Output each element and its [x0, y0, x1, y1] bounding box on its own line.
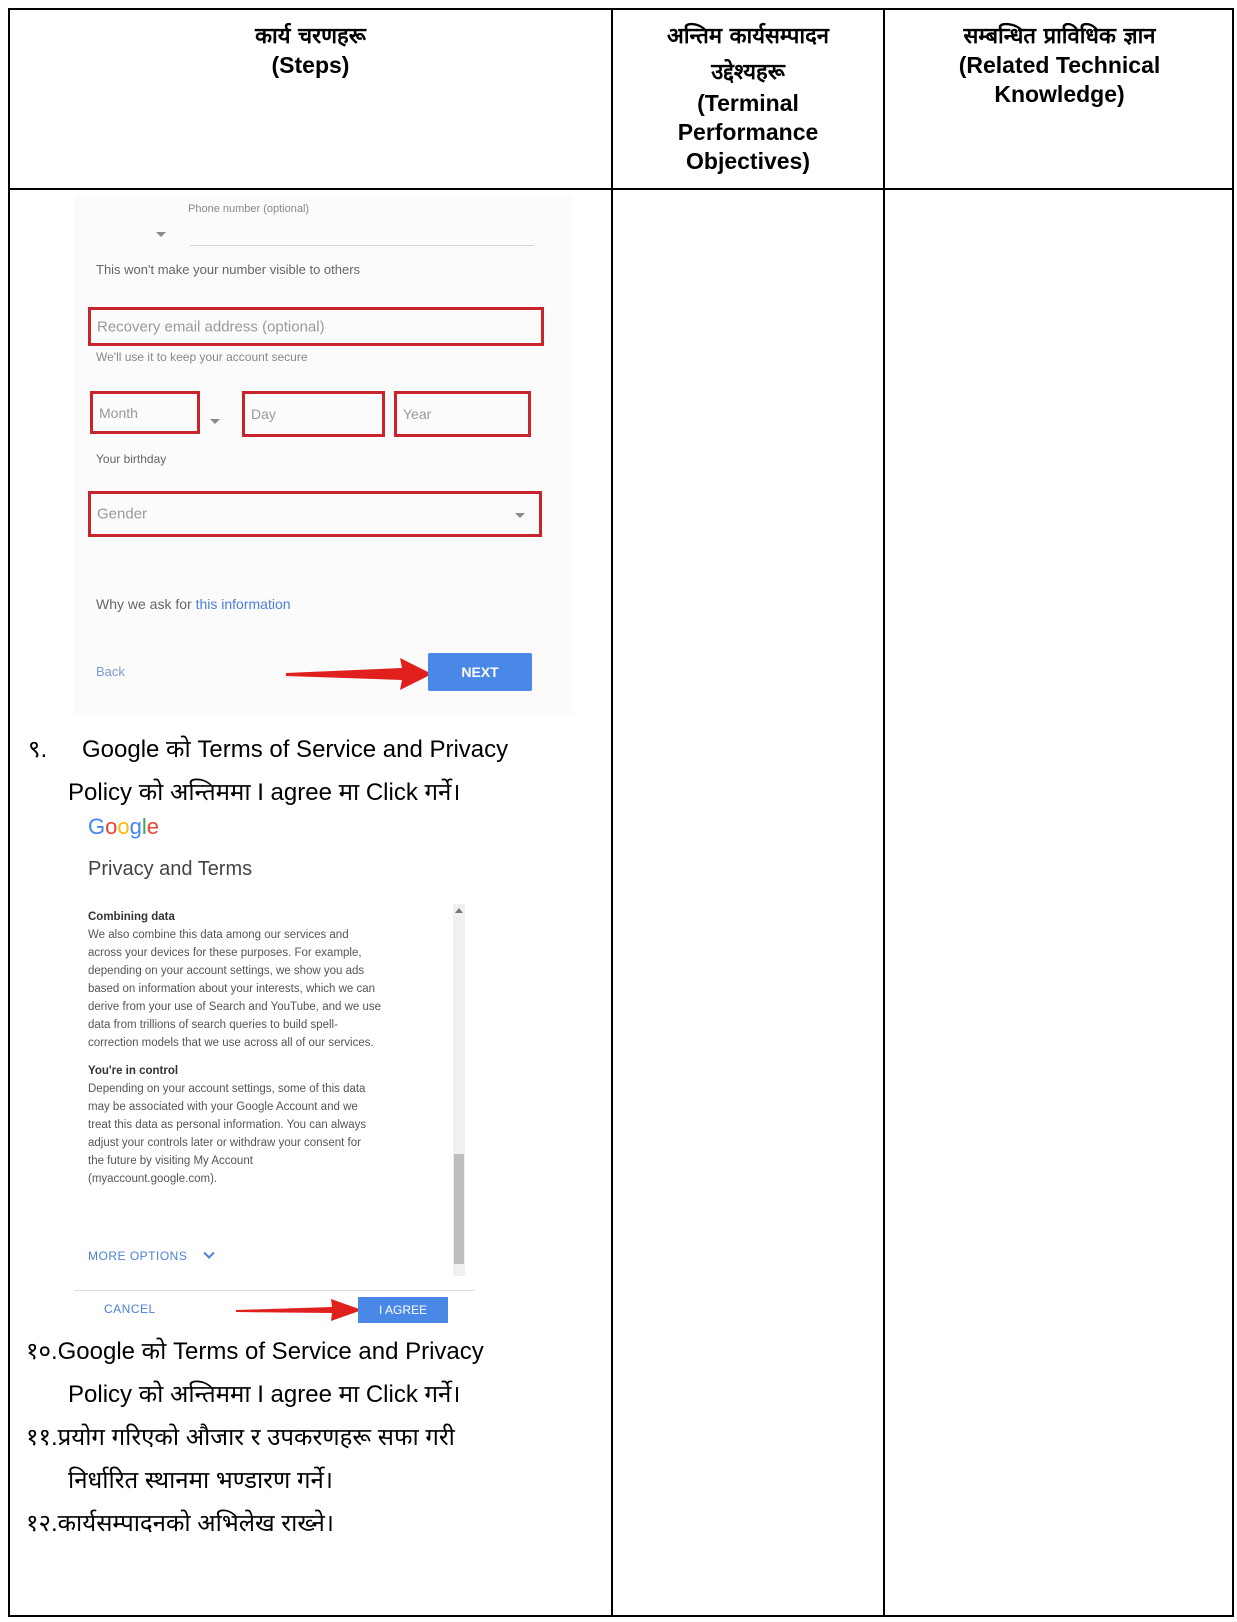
- privacy-title: Privacy and Terms: [88, 858, 253, 880]
- p1-line: across your devices for these purposes. …: [88, 947, 362, 959]
- next-button[interactable]: NEXT: [428, 653, 532, 691]
- in-control-heading: You're in control: [88, 1065, 179, 1077]
- footer-divider: [74, 1290, 474, 1291]
- step-11-line-1: ११.प्रयोग गरिएको औजार र उपकरणहरू सफा गरी: [26, 1424, 455, 1451]
- step-11-line-2: निर्धारित स्थानमा भण्डारण गर्ने।: [68, 1467, 333, 1494]
- header-steps: कार्य चरणहरू (Steps): [10, 22, 611, 80]
- header-rtk-en-1: (Related Technical: [958, 52, 1161, 78]
- phone-note: This won't make your number visible to o…: [96, 262, 361, 277]
- day-value: Day: [251, 406, 276, 422]
- header-rtk-en-2: Knowledge): [994, 81, 1125, 107]
- p2-line: (myaccount.google.com).: [88, 1173, 218, 1185]
- red-arrow-icon: [286, 658, 432, 690]
- combining-data-heading: Combining data: [88, 911, 175, 923]
- step-9-line-1: Google को Terms of Service and Privacy: [82, 736, 509, 763]
- header-steps-en: (Steps): [271, 52, 350, 78]
- p1-line: We also combine this data among our serv…: [88, 929, 349, 941]
- p1-line: correction models that we use across all…: [88, 1037, 374, 1049]
- gender-value: Gender: [97, 505, 148, 523]
- i-agree-button[interactable]: I AGREE: [358, 1297, 448, 1323]
- birthday-label: Your birthday: [96, 452, 167, 466]
- signup-form-screenshot: Phone number (optional) This won't make …: [74, 195, 572, 715]
- step-10-line-1: १०.Google को Terms of Service and Privac…: [26, 1338, 484, 1365]
- p1-line: derive from your use of Search and YouTu…: [88, 1001, 382, 1013]
- header-tpo-np-1: अन्तिम कार्यसम्पादन: [667, 23, 829, 49]
- recovery-email-placeholder: Recovery email address (optional): [97, 318, 325, 335]
- header-tpo-np-2: उद्देश्यहरू: [711, 59, 785, 85]
- chevron-down-icon: [203, 1247, 215, 1259]
- year-value: Year: [403, 406, 432, 422]
- step-10-line-2: Policy को अन्तिममा I agree मा Click गर्न…: [68, 1381, 461, 1408]
- privacy-terms-screenshot: Google Privacy and Terms Combining data …: [74, 806, 524, 1323]
- why-we-ask: Why we ask for this information: [96, 596, 291, 612]
- phone-label: Phone number (optional): [188, 203, 310, 215]
- column-divider-1: [611, 10, 613, 1615]
- recovery-note: We'll use it to keep your account secure: [96, 350, 308, 364]
- p2-line: adjust your controls later or withdraw y…: [88, 1137, 361, 1149]
- gender-chevron-down-icon: [515, 513, 525, 518]
- country-chevron-down-icon: [156, 232, 166, 237]
- privacy-scrollbar[interactable]: [453, 904, 465, 1276]
- back-link[interactable]: Back: [96, 664, 125, 679]
- p1-line: depending on your account settings, we s…: [88, 965, 365, 977]
- gender-select[interactable]: Gender: [88, 491, 542, 537]
- red-arrow-icon: [236, 1299, 362, 1321]
- header-tpo-en-2: Performance: [677, 119, 819, 145]
- p2-line: Depending on your account settings, some…: [88, 1083, 366, 1095]
- header-steps-np: कार्य चरणहरू: [255, 23, 366, 49]
- column-divider-2: [883, 10, 885, 1615]
- p1-line: data from trillions of search queries to…: [88, 1019, 338, 1031]
- cancel-button[interactable]: CANCEL: [104, 1302, 156, 1316]
- p2-line: may be associated with your Google Accou…: [88, 1101, 358, 1113]
- header-tpo: अन्तिम कार्यसम्पादन उद्देश्यहरू (Termina…: [613, 22, 883, 176]
- why-prefix: Why we ask for: [96, 596, 196, 612]
- phone-field-underline: [190, 245, 534, 246]
- p1-line: based on information about your interest…: [88, 983, 376, 995]
- month-select[interactable]: Month: [90, 391, 200, 434]
- header-tpo-en-1: (Terminal: [697, 90, 799, 116]
- month-chevron-down-icon: [210, 419, 220, 424]
- step-9-number: ९.: [28, 736, 48, 763]
- google-logo: Google: [88, 814, 160, 839]
- scroll-up-icon[interactable]: [455, 908, 463, 913]
- step-12-line-1: १२.कार्यसम्पादनको अभिलेख राख्ने।: [26, 1510, 334, 1537]
- scroll-thumb[interactable]: [454, 1154, 464, 1264]
- month-value: Month: [99, 404, 138, 421]
- recovery-email-field[interactable]: Recovery email address (optional): [88, 307, 544, 346]
- header-divider: [10, 188, 1232, 190]
- privacy-body: Combining data We also combine this data…: [88, 908, 438, 1188]
- more-options-button[interactable]: MORE OPTIONS: [88, 1247, 215, 1263]
- p2-line: treat this data as personal information.…: [88, 1119, 367, 1131]
- header-rtk-np: सम्बन्धित प्राविधिक ज्ञान: [963, 23, 1156, 49]
- year-field[interactable]: Year: [394, 391, 531, 437]
- day-field[interactable]: Day: [242, 391, 385, 437]
- more-options-label: MORE OPTIONS: [88, 1249, 188, 1263]
- why-link[interactable]: this information: [196, 596, 291, 612]
- p2-line: the future by visiting My Account: [88, 1155, 253, 1167]
- header-rtk: सम्बन्धित प्राविधिक ज्ञान (Related Techn…: [885, 22, 1234, 109]
- header-tpo-en-3: Objectives): [686, 148, 810, 174]
